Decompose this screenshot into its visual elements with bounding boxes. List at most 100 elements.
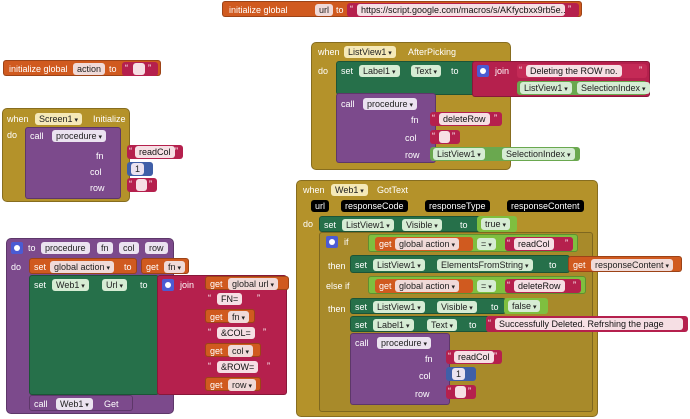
url-string-value[interactable]: https://script.google.com/macros/s/AKfyc… bbox=[357, 4, 565, 16]
col-string-block[interactable]: “ ” bbox=[430, 130, 460, 144]
visible-property-dropdown[interactable]: Visible bbox=[402, 219, 442, 231]
listview1-dropdown[interactable]: ListView1 bbox=[373, 259, 425, 271]
global-url-dropdown[interactable]: global url bbox=[228, 278, 278, 290]
init-global-action-block[interactable]: initialize global action to “ ” bbox=[3, 60, 161, 76]
label1-dropdown[interactable]: Label1 bbox=[359, 65, 400, 77]
string-block[interactable]: “ Deleting the ROW no. ” bbox=[517, 64, 647, 78]
col-number-block[interactable]: 1 bbox=[446, 367, 476, 381]
get-global-action-block[interactable]: get global action bbox=[375, 279, 473, 293]
fn-string-block[interactable]: “ readCol ” bbox=[127, 145, 183, 159]
procedure-dropdown[interactable]: procedure bbox=[363, 98, 417, 110]
set-elementsfromstring-block[interactable]: set ListView1 ElementsFromString to bbox=[350, 255, 570, 273]
fn-dropdown[interactable]: fn bbox=[228, 311, 249, 323]
success-string-block[interactable]: “ Successfully Deleted. Refrshing the pa… bbox=[486, 316, 688, 332]
procedure-name[interactable]: procedure bbox=[41, 242, 90, 254]
param-url[interactable]: url bbox=[311, 200, 330, 212]
set-global-action-block[interactable]: set global action to bbox=[29, 258, 137, 274]
selectionindex-dropdown[interactable]: SelectionIndex bbox=[502, 148, 575, 160]
procedure-definition-block[interactable]: to procedure fn col row do set global ac… bbox=[6, 238, 287, 414]
readcol-string[interactable]: readCol bbox=[514, 238, 554, 250]
url-property-dropdown[interactable]: Url bbox=[102, 279, 127, 291]
empty-string-block[interactable]: “ ” bbox=[122, 62, 158, 76]
empty-string[interactable] bbox=[455, 386, 466, 398]
fn-eq-string[interactable]: FN= bbox=[217, 293, 243, 305]
fn-value[interactable]: readCol bbox=[135, 146, 175, 158]
col-value[interactable]: 1 bbox=[131, 163, 145, 175]
screen1-dropdown[interactable]: Screen1 bbox=[35, 113, 82, 125]
url-string-block[interactable]: “ https://script.google.com/macros/s/AKf… bbox=[347, 3, 579, 17]
set-label1-text-block[interactable]: set Label1 Text to bbox=[350, 316, 490, 332]
get-col-param-block[interactable]: get col bbox=[205, 343, 261, 357]
global-action-dropdown[interactable]: global action bbox=[50, 261, 115, 273]
elementsfromstring-dropdown[interactable]: ElementsFromString bbox=[437, 259, 533, 271]
row-eq-string[interactable]: &ROW= bbox=[217, 361, 259, 373]
get-fn-param-block[interactable]: get fn bbox=[205, 309, 255, 323]
readcol-string-block[interactable]: “ readCol ” bbox=[505, 237, 573, 251]
fn-value[interactable]: readCol bbox=[454, 351, 494, 363]
deleting-string[interactable]: Deleting the ROW no. bbox=[526, 65, 622, 77]
fn-string-block[interactable]: “ deleteRow ” bbox=[430, 112, 502, 126]
param-responsecontent[interactable]: responseContent bbox=[507, 200, 584, 212]
true-dropdown[interactable]: true bbox=[481, 218, 510, 230]
param-responsecode[interactable]: responseCode bbox=[341, 200, 408, 212]
listview1-dropdown[interactable]: ListView1 bbox=[344, 46, 396, 58]
deleterow-string-block[interactable]: “ deleteRow ” bbox=[505, 279, 581, 293]
listview-selectionindex-getter[interactable]: ListView1 SelectionIndex bbox=[430, 147, 580, 161]
responsecontent-dropdown[interactable]: responseContent bbox=[591, 259, 674, 271]
false-dropdown[interactable]: false bbox=[508, 300, 541, 312]
label1-dropdown[interactable]: Label1 bbox=[373, 319, 414, 331]
get-row-param-block[interactable]: get row bbox=[205, 377, 261, 391]
success-string[interactable]: Successfully Deleted. Refrshing the page bbox=[495, 318, 683, 330]
var-name-url[interactable]: url bbox=[315, 4, 334, 16]
col-number-block[interactable]: 1 bbox=[127, 162, 153, 176]
col-eq-string-block[interactable]: “ &COL= ” bbox=[205, 326, 271, 340]
row-eq-string-block[interactable]: “ &ROW= ” bbox=[205, 360, 275, 374]
listview-selectionindex-getter[interactable]: ListView1 SelectionIndex bbox=[517, 81, 650, 95]
set-web1-url-block[interactable]: set Web1 Url to bbox=[29, 275, 159, 395]
param-responsetype[interactable]: responseType bbox=[425, 200, 490, 212]
procedure-dropdown[interactable]: procedure bbox=[377, 337, 431, 349]
row-dropdown[interactable]: row bbox=[228, 379, 256, 391]
compare-block-1[interactable]: get global action = “ readCol ” bbox=[368, 234, 578, 252]
listview-afterpicking-event[interactable]: when ListView1 AfterPicking do set Label… bbox=[311, 42, 650, 170]
get-fn-block[interactable]: get fn bbox=[141, 258, 189, 274]
web1-dropdown[interactable]: Web1 bbox=[56, 398, 93, 410]
text-property-dropdown[interactable]: Text bbox=[427, 319, 457, 331]
web1-dropdown[interactable]: Web1 bbox=[331, 184, 368, 196]
col-value[interactable]: 1 bbox=[452, 368, 466, 380]
param-row[interactable]: row bbox=[145, 242, 168, 254]
listview1-dropdown[interactable]: ListView1 bbox=[342, 219, 394, 231]
global-action-dropdown[interactable]: global action bbox=[395, 238, 460, 250]
compare-block-2[interactable]: get global action = “ deleteRow ” bbox=[368, 276, 586, 294]
visible-property-dropdown[interactable]: Visible bbox=[437, 301, 477, 313]
empty-string[interactable] bbox=[133, 63, 145, 75]
deleterow-string[interactable]: deleteRow bbox=[514, 280, 565, 292]
screen1-initialize-event[interactable]: when Screen1 Initialize do call procedur… bbox=[2, 108, 183, 202]
mutator-gear-icon[interactable] bbox=[477, 65, 489, 77]
mutator-gear-icon[interactable] bbox=[11, 242, 23, 254]
listview1-dropdown[interactable]: ListView1 bbox=[433, 148, 485, 160]
get-global-action-block[interactable]: get global action bbox=[375, 237, 473, 251]
set-listview-visible-block[interactable]: set ListView1 Visible to bbox=[350, 298, 506, 314]
equals-dropdown[interactable]: = bbox=[477, 280, 496, 292]
global-action-dropdown[interactable]: global action bbox=[395, 280, 460, 292]
col-dropdown[interactable]: col bbox=[228, 345, 253, 357]
row-string-block[interactable]: “ ” bbox=[446, 385, 476, 399]
empty-string[interactable] bbox=[439, 131, 450, 143]
call-procedure-block[interactable]: call procedure fn col row bbox=[336, 93, 436, 163]
listview1-dropdown[interactable]: ListView1 bbox=[373, 301, 425, 313]
get-responsecontent-block[interactable]: get responseContent bbox=[568, 256, 682, 272]
fn-eq-string-block[interactable]: “ FN= ” bbox=[205, 292, 265, 306]
listview1-dropdown[interactable]: ListView1 bbox=[520, 82, 572, 94]
procedure-dropdown[interactable]: procedure bbox=[52, 130, 106, 142]
web1-dropdown[interactable]: Web1 bbox=[52, 279, 89, 291]
mutator-gear-icon[interactable] bbox=[326, 236, 338, 248]
selectionindex-dropdown[interactable]: SelectionIndex bbox=[577, 82, 650, 94]
call-procedure-block[interactable]: call procedure fn col row bbox=[350, 333, 450, 405]
fn-string-block[interactable]: “ readCol ” bbox=[446, 350, 502, 364]
set-listview-visible-block[interactable]: set ListView1 Visible to bbox=[319, 216, 485, 232]
true-block[interactable]: true bbox=[477, 216, 517, 232]
fn-value[interactable]: deleteRow bbox=[439, 113, 490, 125]
param-fn[interactable]: fn bbox=[97, 242, 113, 254]
set-label1-text-block[interactable]: set Label1 Text to bbox=[336, 61, 480, 95]
